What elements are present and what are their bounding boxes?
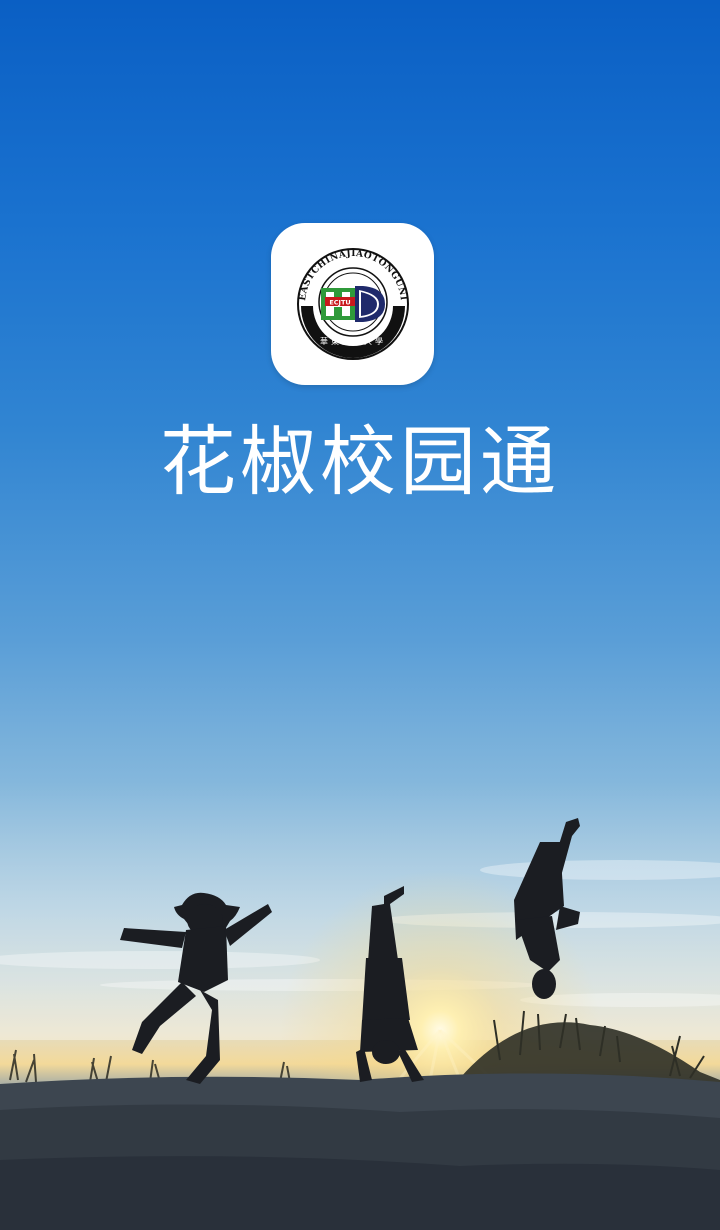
logo-seal-text: 華東交通大學 (320, 336, 386, 346)
app-title: 花椒校园通 (160, 417, 560, 506)
logo-center-badge: ECJTU (329, 299, 350, 307)
university-logo-icon: EASTCHINAJIAOTONGUNIVERSITY 華東交通大學 ECJTU (293, 244, 409, 360)
app-icon: EASTCHINAJIAOTONGUNIVERSITY 華東交通大學 ECJTU (271, 223, 434, 385)
silhouette-scene (0, 818, 720, 1230)
splash-screen: EASTCHINAJIAOTONGUNIVERSITY 華東交通大學 ECJTU… (0, 0, 720, 1230)
